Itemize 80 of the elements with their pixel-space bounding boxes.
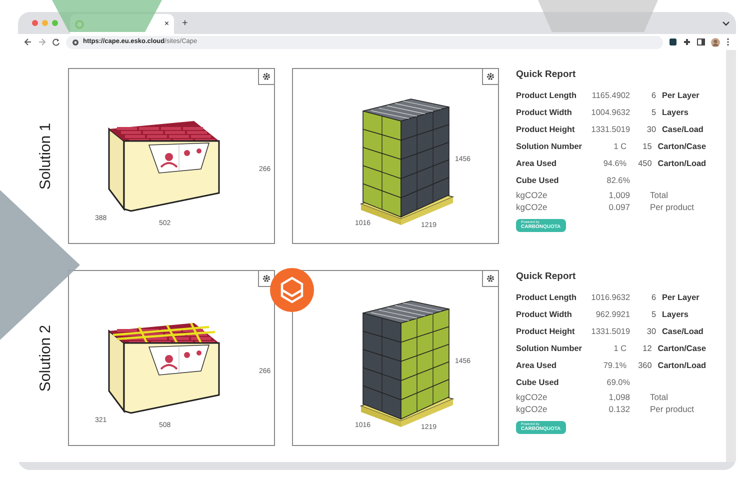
report-value: 1165.4902 <box>590 90 630 102</box>
report-count: 6 <box>650 90 656 102</box>
report-count: 30 <box>646 124 656 136</box>
report-label: Product Width <box>516 308 573 321</box>
settings-button[interactable] <box>482 69 498 85</box>
report-value: 1016.9632 <box>590 292 630 304</box>
report-label: kgCO2e <box>516 189 548 202</box>
report-value: 1 C <box>612 140 627 153</box>
report-unit: Layers <box>661 106 688 119</box>
settings-icon <box>262 274 271 283</box>
report-unit: Carton/Case <box>656 342 706 355</box>
close-tab-button[interactable]: × <box>164 18 169 30</box>
site-info-icon[interactable] <box>72 38 79 46</box>
report-label: Cube Used <box>516 376 560 389</box>
report-label: Product Length <box>516 292 578 304</box>
chevron-icon[interactable] <box>722 19 730 27</box>
report-label: Cube Used <box>516 174 560 187</box>
report-label: Product Height <box>516 326 576 338</box>
report-value: 82.6% <box>606 174 630 187</box>
report-count: 5 <box>650 308 656 321</box>
settings-icon <box>486 72 495 81</box>
report-unit: Total <box>649 189 668 202</box>
new-tab-button[interactable]: + <box>182 16 188 30</box>
report-unit: Per Layer <box>661 292 700 304</box>
report-label: kgCO2e <box>516 201 548 214</box>
report-count: 450 <box>637 158 652 170</box>
report-value: 1,009 <box>608 189 630 202</box>
report-label: Product Length <box>516 90 578 102</box>
report-value: 79.1% <box>602 360 627 372</box>
report-count: 5 <box>650 106 656 119</box>
report-value: 94.6% <box>602 158 627 170</box>
report-title: Quick Report <box>516 68 577 82</box>
report-count: 30 <box>646 326 656 338</box>
settings-icon <box>486 274 495 283</box>
report-unit: Per product <box>649 403 694 416</box>
brand-logo-icon <box>270 268 314 312</box>
report-value: 1 C <box>612 342 627 355</box>
settings-button[interactable] <box>482 271 498 287</box>
report-unit: Case/Load <box>661 124 704 136</box>
report-unit: Layers <box>661 308 688 321</box>
report-unit: Carton/Case <box>656 140 706 153</box>
report-label: kgCO2e <box>516 391 548 404</box>
report-value: 0.097 <box>608 201 630 214</box>
report-count: 6 <box>650 292 656 304</box>
side-panel-icon[interactable] <box>697 38 705 46</box>
report-count: 360 <box>637 360 652 372</box>
report-label: Product Height <box>516 124 576 136</box>
report-title: Quick Report <box>516 270 577 284</box>
report-value: 1331.5019 <box>590 124 630 136</box>
solution-label: Solution 1 <box>36 122 55 190</box>
scrollbar[interactable] <box>726 50 736 462</box>
report-unit: Carton/Load <box>656 360 706 372</box>
report-label: kgCO2e <box>516 403 548 416</box>
report-unit: Per product <box>649 201 694 214</box>
settings-icon <box>262 72 271 81</box>
report-value: 962.9921 <box>594 308 630 321</box>
extension-icon[interactable] <box>669 38 677 46</box>
report-value: 1004.9632 <box>590 106 630 119</box>
report-label: Area Used <box>516 360 558 372</box>
back-icon[interactable] <box>24 38 32 46</box>
report-label: Solution Number <box>516 140 583 153</box>
report-unit: Carton/Load <box>656 158 706 170</box>
report-unit: Per Layer <box>661 90 700 102</box>
reload-icon[interactable] <box>52 38 60 46</box>
report-label: Product Width <box>516 106 573 119</box>
report-unit: Case/Load <box>661 326 704 338</box>
report-value: 69.0% <box>606 376 630 389</box>
report-count: 15 <box>642 140 652 153</box>
avatar-icon[interactable] <box>711 38 720 46</box>
report-label: Solution Number <box>516 342 583 355</box>
settings-button[interactable] <box>258 69 274 85</box>
report-unit: Total <box>649 391 668 404</box>
report-value: 1331.5019 <box>590 326 630 338</box>
close-window-button[interactable] <box>32 20 38 26</box>
menu-icon[interactable] <box>726 38 730 46</box>
report-label: Area Used <box>516 158 558 170</box>
report-count: 12 <box>642 342 652 355</box>
solution-label: Solution 2 <box>36 324 55 392</box>
report-value: 1,098 <box>608 391 630 404</box>
report-value: 0.132 <box>608 403 630 416</box>
